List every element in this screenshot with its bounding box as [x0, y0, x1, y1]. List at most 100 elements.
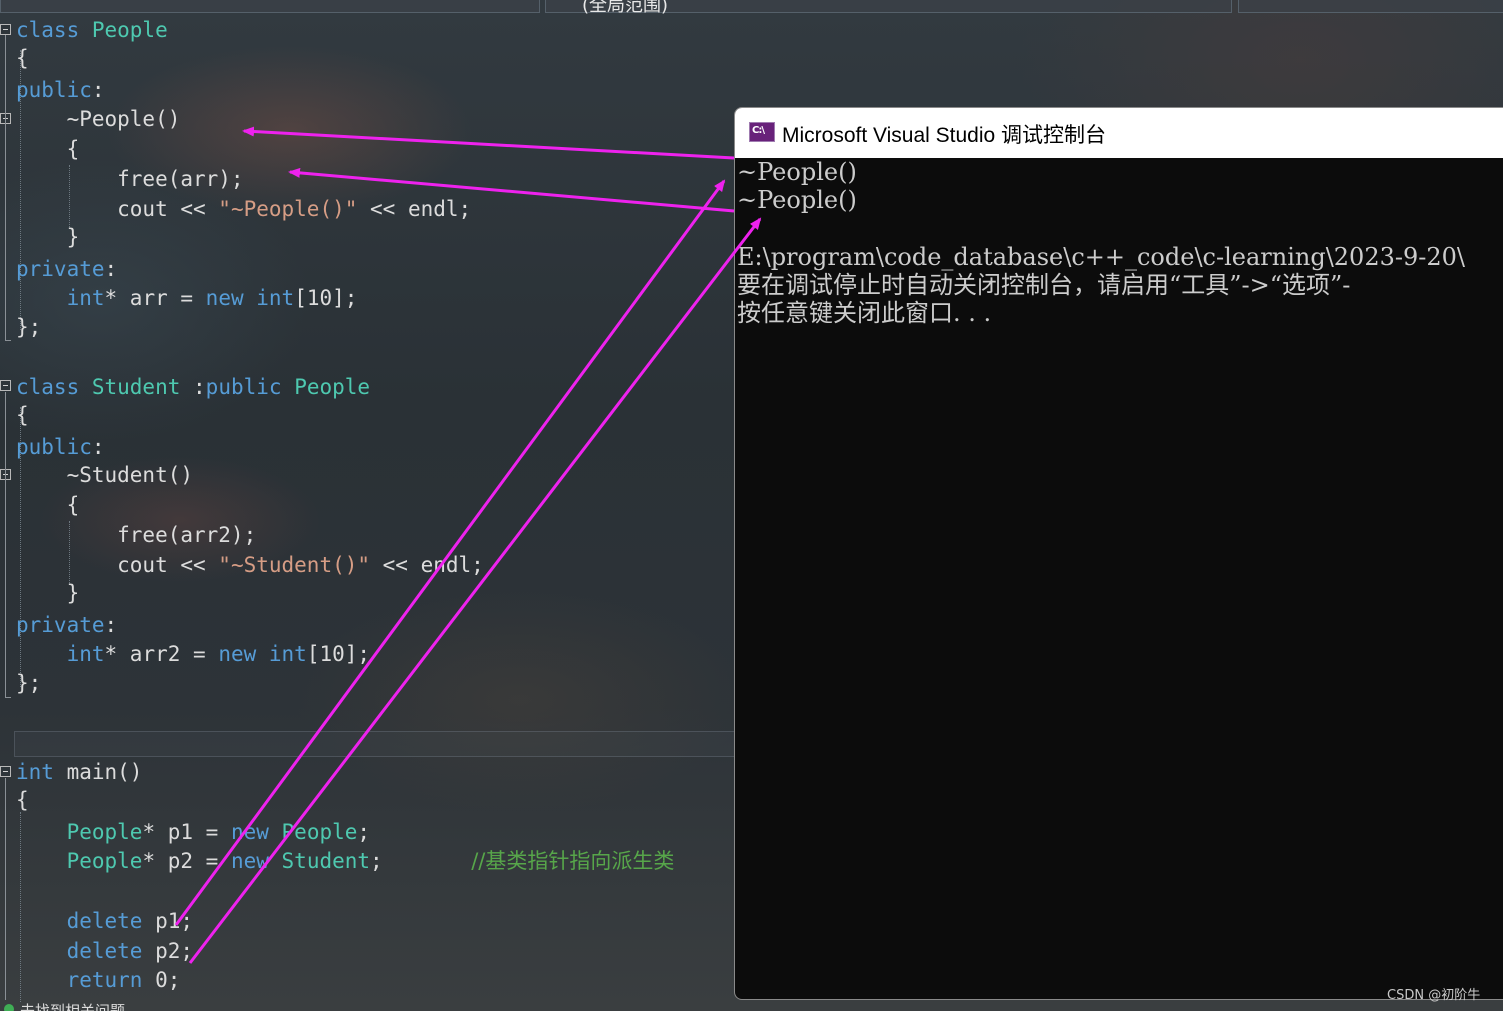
code-line[interactable]: delete p1;	[16, 907, 193, 935]
code-line[interactable]: cout << "~People()" << endl;	[16, 195, 471, 223]
code-line[interactable]: int main()	[16, 758, 142, 786]
code-line[interactable]: }	[16, 223, 80, 251]
console-line: 要在调试停止时自动关闭控制台，请启用“工具”->“选项”-	[737, 271, 1351, 299]
code-line[interactable]: ~Student()	[16, 461, 193, 489]
code-token: int	[256, 286, 295, 310]
code-line[interactable]: free(arr2);	[16, 521, 256, 549]
code-token: People	[294, 375, 371, 399]
code-line[interactable]: private:	[16, 255, 117, 283]
code-token: int	[268, 642, 307, 666]
code-line[interactable]: {	[16, 135, 80, 163]
code-line[interactable]: };	[16, 313, 41, 341]
console-title: Microsoft Visual Studio 调试控制台	[782, 124, 1107, 147]
code-token: delete	[66, 909, 156, 933]
code-line[interactable]: {	[16, 44, 29, 72]
terminal-icon: C:\	[749, 122, 775, 142]
code-token: new	[230, 849, 282, 873]
code-line[interactable]: People* p2 = new Student; //基类指针指向派生类	[16, 847, 675, 875]
code-token: public	[205, 375, 295, 399]
scope-end-student	[5, 697, 11, 698]
code-token: People	[66, 849, 143, 873]
code-token: [10];	[294, 286, 358, 310]
code-line[interactable]: int* arr = new int[10];	[16, 284, 358, 312]
code-token: :	[104, 613, 118, 637]
code-line[interactable]: public:	[16, 76, 105, 104]
console-line: E:\program\code_database\c++_code\c-lear…	[737, 243, 1465, 271]
code-line[interactable]: return 0;	[16, 966, 181, 994]
code-token: [10];	[306, 642, 371, 666]
code-line[interactable]: }	[16, 579, 80, 607]
code-token: new	[230, 820, 282, 844]
code-token: :	[91, 78, 105, 102]
status-ok-icon	[4, 1004, 14, 1011]
code-token: main()	[66, 760, 143, 784]
code-token: Student	[91, 375, 194, 399]
code-token: delete	[66, 939, 156, 963]
code-line[interactable]: private:	[16, 611, 117, 639]
code-token: People	[281, 820, 358, 844]
editor-navigation-bar: (全局范围)	[0, 0, 1503, 16]
code-token: class	[16, 18, 92, 42]
collapse-class-people-icon[interactable]	[0, 24, 11, 35]
code-token: :	[104, 257, 118, 281]
terminal-icon-label: C:\	[752, 125, 765, 136]
code-token: };	[16, 315, 42, 339]
error-status[interactable]: 未找到相关问题	[0, 1000, 200, 1011]
code-token: {	[16, 137, 80, 161]
code-token: int	[66, 286, 105, 310]
code-token: new	[205, 286, 257, 310]
code-line[interactable]: cout << "~Student()" << endl;	[16, 551, 484, 579]
code-line[interactable]: class People	[16, 16, 168, 44]
code-token: cout <<	[16, 197, 219, 221]
code-line[interactable]: {	[16, 786, 29, 814]
code-line[interactable]: People* p1 = new People;	[16, 818, 370, 846]
collapse-class-student-icon[interactable]	[0, 380, 11, 391]
code-token: public	[16, 78, 92, 102]
code-token: ~Student()	[16, 463, 194, 487]
code-line[interactable]: delete p2;	[16, 937, 193, 965]
code-token: People	[66, 820, 143, 844]
console-output[interactable]: ~People() ~People() E:\program\code_data…	[735, 158, 1503, 999]
console-line: ~People()	[737, 158, 857, 186]
code-token: class	[16, 375, 92, 399]
code-token: };	[16, 671, 42, 695]
code-token: :	[91, 435, 105, 459]
project-dropdown[interactable]	[0, 0, 540, 13]
code-token: {	[16, 403, 29, 427]
code-line[interactable]: free(arr);	[16, 165, 243, 193]
code-token: * arr2 =	[104, 642, 219, 666]
code-line[interactable]: {	[16, 401, 29, 429]
console-line: 按任意键关闭此窗口. . .	[737, 299, 992, 327]
code-token: {	[16, 46, 29, 70]
current-line-highlight	[14, 731, 736, 757]
code-token: p1;	[155, 909, 194, 933]
code-token: private	[16, 613, 105, 637]
status-text: 未找到相关问题	[20, 1002, 126, 1011]
code-line[interactable]: ~People()	[16, 105, 181, 133]
code-token: free(arr2);	[16, 523, 257, 547]
code-token: new	[218, 642, 269, 666]
code-line[interactable]: {	[16, 491, 80, 519]
code-token: int	[66, 642, 105, 666]
code-token: * p2 =	[142, 849, 231, 873]
code-token: 0;	[155, 968, 181, 992]
collapse-main-icon[interactable]	[0, 766, 11, 777]
code-line[interactable]: int* arr2 = new int[10];	[16, 640, 370, 668]
code-token: //基类指针指向派生类	[471, 849, 675, 873]
code-token: cout <<	[16, 553, 219, 577]
code-token: * p1 =	[142, 820, 231, 844]
code-line[interactable]: };	[16, 669, 41, 697]
code-token: ;	[370, 849, 472, 873]
code-token: }	[16, 225, 80, 249]
code-token: {	[16, 788, 29, 812]
scope-line-student	[5, 392, 6, 697]
member-dropdown[interactable]	[1238, 0, 1503, 13]
code-line[interactable]: class Student :public People	[16, 373, 370, 401]
code-line[interactable]: public:	[16, 433, 105, 461]
debug-console-window[interactable]: C:\ Microsoft Visual Studio 调试控制台 ~Peopl…	[734, 107, 1503, 1000]
console-titlebar[interactable]: C:\ Microsoft Visual Studio 调试控制台	[735, 108, 1503, 158]
